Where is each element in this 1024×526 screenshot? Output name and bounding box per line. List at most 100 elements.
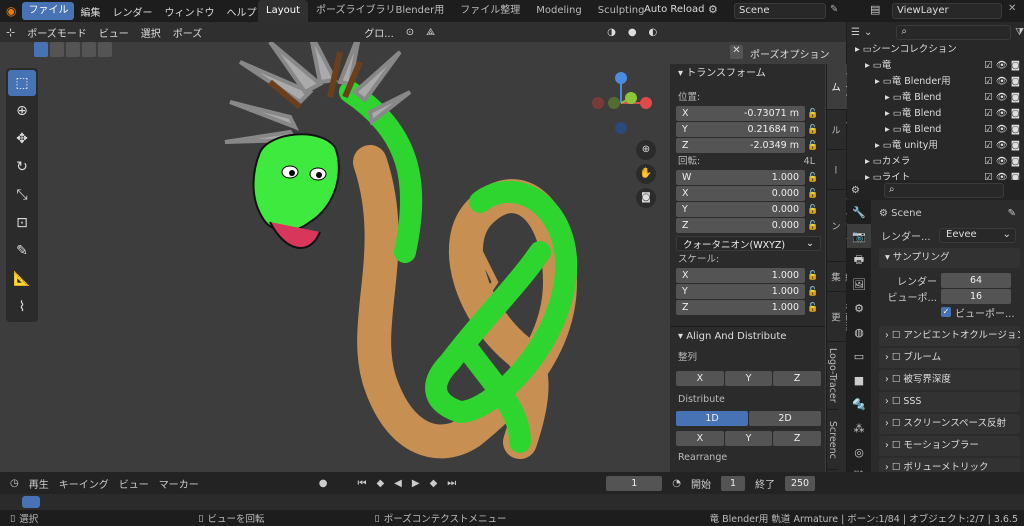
denoise-checkbox[interactable]: ✓	[941, 307, 951, 317]
lock-icon[interactable]: 🔓	[805, 125, 821, 135]
scale-icon[interactable]: ⤡	[8, 182, 36, 208]
select-invert-icon[interactable]	[82, 42, 96, 57]
visibility-toggles-icon[interactable]: ☑ 👁 ◙	[984, 90, 1020, 106]
annotate-icon[interactable]: ✎	[8, 238, 36, 264]
render-tab-icon[interactable]: 📷	[847, 224, 871, 248]
render-engine-dropdown[interactable]: Eevee ⌄	[939, 227, 1016, 243]
shading-solid-icon[interactable]: ●	[622, 27, 643, 38]
outliner-row[interactable]: ▸ ▭ 竜 ☑ 👁 ◙	[847, 58, 1024, 74]
object-tab-icon[interactable]: ■	[847, 368, 871, 392]
rotate-icon[interactable]: ↻	[8, 154, 36, 180]
outliner-editor-icon[interactable]: ☰	[851, 27, 860, 38]
close-icon[interactable]: ✕	[730, 45, 743, 59]
rotation-y-field[interactable]: Y 0.000	[676, 202, 805, 217]
timeline-editor-icon[interactable]: ◷	[10, 478, 19, 489]
move-icon[interactable]: ✥	[8, 126, 36, 152]
stopwatch-icon[interactable]: ◔	[672, 478, 681, 489]
particles-tab-icon[interactable]: ⁂	[847, 416, 871, 440]
tab-screencast[interactable]: Screenc	[827, 410, 838, 470]
zoom-icon[interactable]: ⊕	[636, 140, 656, 160]
navigation-gizmo[interactable]	[586, 68, 656, 138]
scene-selector[interactable]: Scene	[734, 3, 826, 19]
filter-icon[interactable]: ⌄	[864, 27, 872, 38]
pin-icon[interactable]: ✎	[830, 4, 838, 15]
align-panel-title[interactable]: ▾ Align And Distribute	[670, 326, 825, 346]
auto-reload-button[interactable]: Auto Reload	[644, 4, 704, 15]
relax-pose-icon[interactable]: ⌇	[8, 294, 36, 320]
measure-icon[interactable]: 📐	[8, 266, 36, 292]
modifier-tab-icon[interactable]: 🔩	[847, 392, 871, 416]
lock-icon[interactable]: 🔓	[805, 303, 821, 313]
pivot-icon[interactable]: ⊙	[400, 27, 420, 38]
visibility-toggles-icon[interactable]: ☑ 👁 ◙	[984, 154, 1020, 170]
outliner-row[interactable]: ▸ ▭ シーンコレクション	[847, 42, 1024, 58]
outliner-row[interactable]: ▸ ▭ 竜 Blend ☑ 👁 ◙	[847, 106, 1024, 122]
distribute-1d-button[interactable]: 1D	[676, 410, 748, 426]
select-new-icon[interactable]	[34, 42, 48, 57]
scale-z-field[interactable]: Z 1.000	[676, 300, 805, 315]
blender-logo-icon[interactable]: ◉	[0, 4, 22, 18]
collection-tab-icon[interactable]: ▭	[847, 344, 871, 368]
camera-icon[interactable]: ◙	[636, 188, 656, 208]
viewport-samples-field[interactable]: 16	[941, 288, 1011, 304]
align-z-button[interactable]: Z	[773, 370, 822, 386]
properties-search-input[interactable]: ⌕	[883, 182, 1004, 198]
record-icon[interactable]: ●	[319, 478, 328, 489]
lock-icon[interactable]: 🔓	[805, 221, 821, 231]
start-frame-field[interactable]: 1	[721, 475, 746, 491]
visibility-toggles-icon[interactable]: ☑ 👁 ◙	[984, 74, 1020, 90]
distribute-x-button[interactable]: X	[676, 430, 724, 446]
select-box-icon[interactable]: ⬚	[8, 70, 36, 96]
overlay-icon[interactable]: ◑	[601, 27, 622, 38]
shading-material-icon[interactable]: ◐	[643, 27, 664, 38]
tab-logo-tracer[interactable]: Logo-Tracer	[827, 342, 838, 410]
lock-icon[interactable]: 🔓	[805, 205, 821, 215]
visibility-toggles-icon[interactable]: ☑ 👁 ◙	[984, 138, 1020, 154]
tab-pose-library[interactable]: ポーズライブラリBlender用	[308, 0, 452, 22]
pose-options-button[interactable]: ポーズオプション	[750, 46, 830, 61]
tab-layout[interactable]: Layout	[258, 0, 308, 22]
playhead[interactable]	[22, 496, 40, 508]
tool-tab-icon[interactable]: 🔧	[847, 200, 871, 224]
timeline-scrubber[interactable]	[0, 494, 1024, 510]
rotation-lock-4l[interactable]: 4L	[804, 154, 815, 170]
select-subtract-icon[interactable]	[66, 42, 80, 57]
lock-icon[interactable]: 🔓	[805, 109, 821, 119]
location-z-field[interactable]: Z -2.0349 m	[676, 138, 805, 153]
menu-window[interactable]: ウィンドウ	[158, 4, 220, 19]
output-tab-icon[interactable]: 🖶	[847, 248, 871, 272]
rotation-x-field[interactable]: X 0.000	[676, 186, 805, 201]
menu-edit[interactable]: 編集	[74, 4, 106, 19]
visibility-toggles-icon[interactable]: ☑ 👁 ◙	[984, 106, 1020, 122]
outliner-row[interactable]: ▸ ▭ カメラ ☑ 👁 ◙	[847, 154, 1024, 170]
menu-file[interactable]: ファイル	[22, 2, 75, 20]
menu-pose[interactable]: ポーズ	[167, 25, 209, 40]
visibility-toggles-icon[interactable]: ☑ 👁 ◙	[984, 122, 1020, 138]
rotation-w-field[interactable]: W 1.000	[676, 170, 805, 185]
location-y-field[interactable]: Y 0.21684 m	[676, 122, 805, 137]
property-section-header[interactable]: › ☐ SSS	[879, 392, 1020, 412]
distribute-2d-button[interactable]: 2D	[749, 410, 821, 426]
sampling-panel-header[interactable]: ▾ サンプリング	[879, 248, 1020, 268]
editor-type-icon[interactable]: ⊹	[0, 26, 21, 39]
view-layer-tab-icon[interactable]: 🖼	[847, 272, 871, 296]
physics-tab-icon[interactable]: ◎	[847, 440, 871, 464]
menu-help[interactable]: ヘルプ	[220, 4, 262, 19]
current-frame-field[interactable]: 1	[606, 475, 663, 491]
outliner-search-input[interactable]: ⌕	[896, 24, 1012, 40]
outliner-row[interactable]: ▸ ▭ 竜 unity用 ☑ 👁 ◙	[847, 138, 1024, 154]
property-section-header[interactable]: › ☐ アンビエントオクルージョン	[879, 326, 1020, 346]
menu-playback[interactable]: 再生	[29, 476, 49, 491]
align-x-button[interactable]: X	[676, 370, 724, 386]
world-tab-icon[interactable]: ◍	[847, 320, 871, 344]
outliner-row[interactable]: ▸ ▭ 竜 Blend ☑ 👁 ◙	[847, 122, 1024, 138]
menu-timeline-view[interactable]: ビュー	[119, 476, 149, 491]
cursor-icon[interactable]: ⊕	[8, 98, 36, 124]
pin-icon[interactable]: ✎	[1008, 208, 1016, 219]
menu-marker[interactable]: マーカー	[159, 476, 199, 491]
lock-icon[interactable]: 🔓	[805, 287, 821, 297]
property-section-header[interactable]: › ☐ スクリーンスペース反射	[879, 414, 1020, 434]
scale-y-field[interactable]: Y 1.000	[676, 284, 805, 299]
jump-start-icon[interactable]: ⏮	[357, 478, 366, 489]
menu-keying[interactable]: キーイング	[59, 476, 109, 491]
